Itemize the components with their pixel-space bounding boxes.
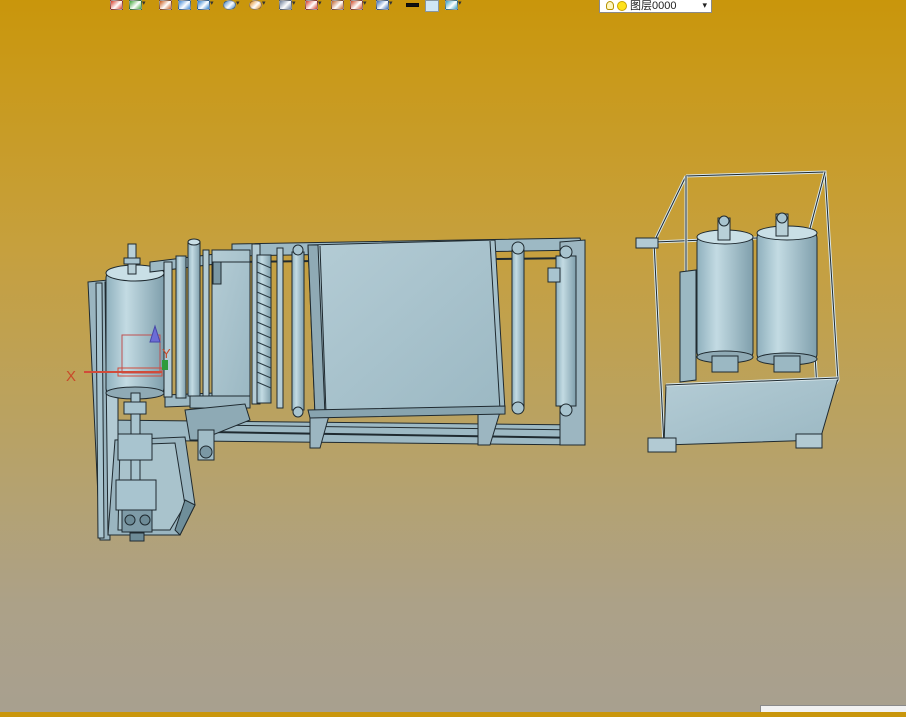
- main-machine[interactable]: [87, 237, 586, 542]
- dropdown-arrow-icon[interactable]: ▾: [210, 0, 217, 10]
- dropdown-arrow-icon[interactable]: ▾: [363, 0, 370, 10]
- sphere-icon: [223, 0, 236, 10]
- dropdown-arrow-icon[interactable]: ▾: [292, 0, 299, 10]
- display-icon: [376, 0, 389, 10]
- layer-dropdown[interactable]: 图层0000 ▾: [599, 0, 712, 13]
- 3d-viewport[interactable]: X Y: [0, 0, 906, 712]
- layer-name: 图层0000: [630, 0, 677, 12]
- cube-icon: [197, 0, 210, 10]
- toolbar-button-display[interactable]: ▾: [376, 0, 396, 12]
- x-axis-label: X: [66, 368, 76, 385]
- line-weight-icon: [406, 3, 419, 7]
- dropdown-arrow-icon[interactable]: ▾: [142, 0, 149, 10]
- layer-stack-icon: [445, 0, 458, 10]
- layers-icon: [178, 0, 191, 10]
- sun-icon[interactable]: [617, 0, 627, 11]
- frame-icon: [331, 0, 344, 10]
- lightbulb-icon[interactable]: [606, 1, 614, 10]
- toolbar-button-box-select[interactable]: ▾: [350, 0, 370, 12]
- toolbar-button-cube[interactable]: ▾: [197, 0, 217, 12]
- pencil-icon: [159, 0, 172, 10]
- color-swatch-icon: [425, 0, 439, 12]
- toolbar-button-sheet[interactable]: ▾: [279, 0, 299, 12]
- dropdown-arrow-icon[interactable]: ▾: [389, 0, 396, 10]
- model-canvas: X Y: [66, 170, 840, 542]
- dropdown-arrow-icon[interactable]: ▾: [458, 0, 465, 10]
- box-select-icon: [350, 0, 363, 10]
- wheel-icon: [249, 0, 262, 10]
- crosshair-icon: [305, 0, 318, 10]
- toolbar-button-layer-stack[interactable]: ▾: [445, 0, 465, 12]
- output-rollers: [511, 241, 577, 417]
- center-panel: [307, 239, 506, 419]
- reel-cabinet[interactable]: [635, 170, 840, 453]
- dropdown-arrow-icon[interactable]: ▾: [262, 0, 269, 10]
- status-panel-corner: [760, 705, 906, 712]
- toolbar-button-layers[interactable]: [178, 0, 191, 12]
- tree-icon: [129, 0, 142, 10]
- import-icon: [110, 0, 123, 10]
- toolbar-button-wheel[interactable]: ▾: [249, 0, 269, 12]
- toolbar-button-crosshair[interactable]: ▾: [305, 0, 325, 12]
- sheet-icon: [279, 0, 292, 10]
- y-axis-label: Y: [162, 346, 171, 361]
- toolbar-button-pencil[interactable]: [159, 0, 172, 12]
- toolbar-button-import[interactable]: [110, 0, 123, 12]
- toolbar-button-color-swatch[interactable]: [425, 0, 439, 12]
- toolbar-button-line-weight[interactable]: [406, 0, 419, 12]
- chevron-down-icon[interactable]: ▾: [702, 0, 707, 11]
- dropdown-arrow-icon[interactable]: ▾: [318, 0, 325, 10]
- toolbar-button-frame[interactable]: [331, 0, 344, 12]
- dropdown-arrow-icon[interactable]: ▾: [236, 0, 243, 10]
- toolbar-button-tree[interactable]: ▾: [129, 0, 149, 12]
- toolbar-button-sphere[interactable]: ▾: [223, 0, 243, 12]
